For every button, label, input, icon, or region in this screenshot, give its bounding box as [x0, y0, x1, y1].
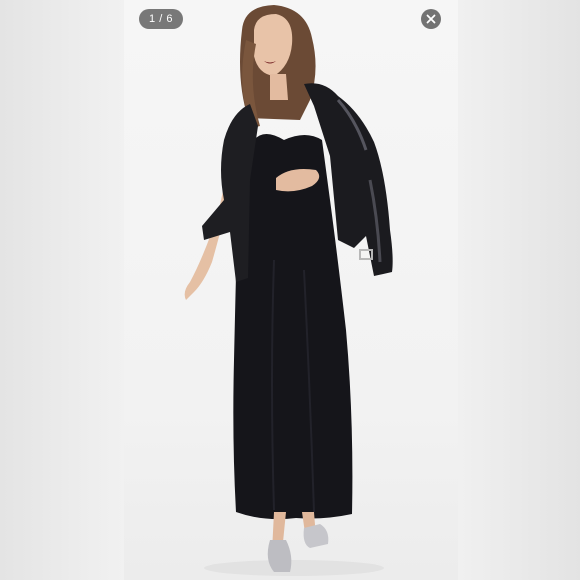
next-image-blurred-panel[interactable]: [458, 0, 580, 580]
close-button[interactable]: [421, 9, 441, 29]
model-photo-illustration: [184, 5, 393, 576]
close-icon: [426, 14, 436, 24]
image-viewer: 1 / 6: [0, 0, 580, 580]
previous-image-blurred-panel[interactable]: [0, 0, 124, 580]
image-counter-badge: 1 / 6: [139, 9, 183, 29]
listing-photo: [124, 0, 458, 580]
